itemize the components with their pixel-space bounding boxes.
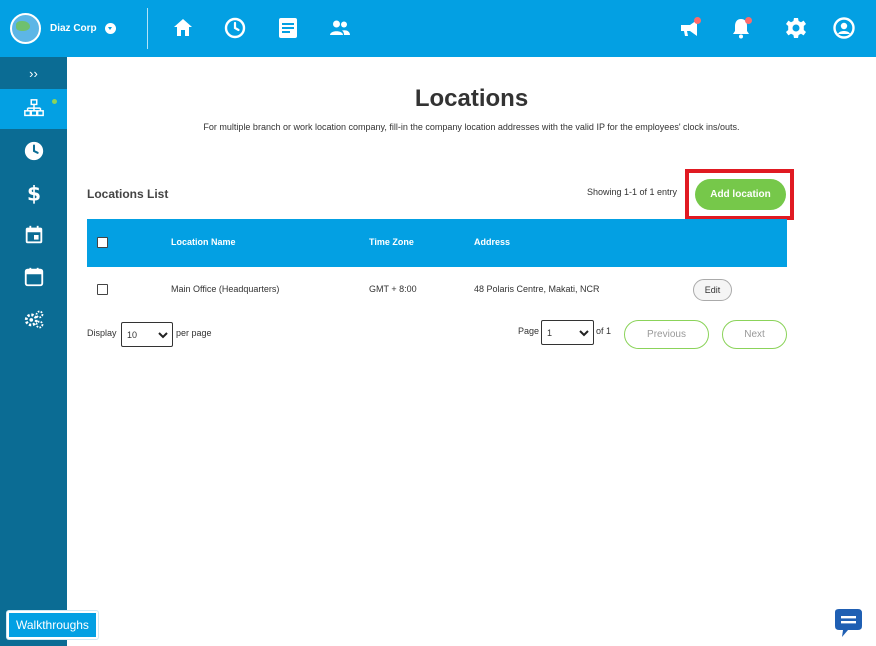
column-header-address[interactable]: Address — [474, 237, 510, 247]
previous-button[interactable]: Previous — [624, 320, 709, 349]
sidebar-item-locations[interactable] — [0, 89, 67, 129]
cell-location-name: Main Office (Headquarters) — [171, 284, 280, 294]
walkthroughs-button[interactable]: Walkthroughs — [7, 611, 98, 639]
chat-icon[interactable] — [831, 606, 865, 640]
page-subtitle: For multiple branch or work location com… — [203, 122, 740, 132]
header-divider — [147, 8, 148, 49]
bell-icon[interactable] — [727, 14, 755, 42]
add-location-button[interactable]: Add location — [695, 179, 786, 210]
people-icon[interactable] — [326, 14, 354, 42]
megaphone-icon[interactable] — [676, 14, 704, 42]
document-icon[interactable] — [274, 14, 302, 42]
page-select[interactable]: 1 — [541, 320, 594, 345]
per-page-select[interactable]: 10 — [121, 322, 173, 347]
per-page-value: 10 — [127, 329, 138, 340]
page-total: of 1 — [596, 326, 612, 336]
sidebar-item-time[interactable] — [0, 131, 67, 171]
per-page-label: per page — [176, 328, 212, 338]
calendar-icon — [25, 225, 42, 244]
sidebar: ›› $ — [0, 57, 67, 646]
next-button[interactable]: Next — [722, 320, 787, 349]
page-value: 1 — [547, 327, 553, 338]
cell-address: 48 Polaris Centre, Makati, NCR — [474, 284, 600, 294]
clock-icon — [24, 141, 43, 161]
table-header: Location Name Time Zone Address — [87, 219, 787, 267]
top-bar: Diaz Corp — [0, 0, 876, 57]
chevron-down-icon[interactable] — [104, 22, 116, 34]
gear-icon[interactable] — [782, 14, 810, 42]
sidebar-item-schedule[interactable] — [0, 215, 67, 255]
dollar-icon: $ — [26, 182, 40, 204]
notification-dot — [745, 17, 752, 24]
cell-time-zone: GMT + 8:00 — [369, 284, 417, 294]
notification-dot — [694, 17, 701, 24]
user-icon[interactable] — [830, 14, 858, 42]
page-label: Page — [518, 326, 540, 336]
list-title: Locations List — [87, 187, 169, 201]
gears-icon — [24, 310, 43, 329]
home-icon[interactable] — [169, 14, 197, 42]
active-indicator — [52, 99, 57, 104]
entries-count: Showing 1-1 of 1 entry — [587, 187, 678, 197]
svg-text:$: $ — [26, 182, 40, 204]
company-name: Diaz Corp — [50, 22, 97, 34]
sidebar-expand-button[interactable]: ›› — [0, 57, 67, 89]
display-label: Display — [87, 328, 117, 338]
company-logo — [10, 12, 41, 44]
sidebar-item-payroll[interactable]: $ — [0, 173, 67, 213]
chevron-down-icon — [158, 332, 168, 339]
row-checkbox[interactable] — [97, 284, 108, 295]
chevron-down-icon — [579, 330, 589, 337]
column-header-time-zone[interactable]: Time Zone — [369, 237, 414, 247]
column-header-location-name[interactable]: Location Name — [171, 237, 236, 247]
sidebar-item-settings[interactable] — [0, 299, 67, 339]
calendar-alt-icon — [24, 267, 43, 287]
company-switcher[interactable]: Diaz Corp — [10, 12, 116, 44]
edit-button[interactable]: Edit — [693, 279, 732, 301]
sidebar-item-leave[interactable] — [0, 257, 67, 297]
select-all-checkbox[interactable] — [97, 237, 108, 248]
page-title: Locations — [414, 85, 529, 112]
clock-icon[interactable] — [221, 14, 249, 42]
org-chart-icon — [23, 99, 44, 117]
